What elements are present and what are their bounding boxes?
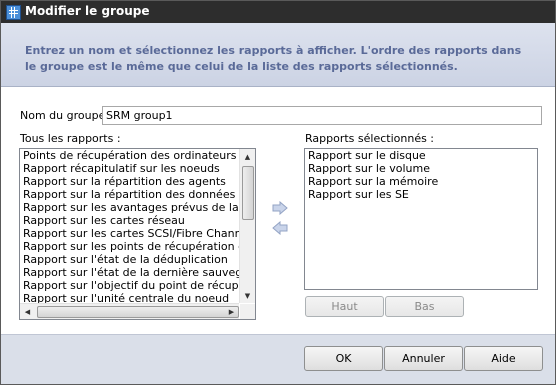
list-item[interactable]: Rapport sur les SE [305,188,438,201]
title-bar[interactable]: Modifier le groupe [1,1,555,23]
list-item[interactable]: Rapport sur les cartes SCSI/Fibre Channe… [20,227,255,240]
group-name-label: Nom du groupe : [20,109,113,122]
arrow-left-icon [272,220,288,236]
list-item[interactable]: Rapport sur l'état de la déduplication [20,253,255,266]
move-down-button[interactable]: Bas [385,296,464,317]
selected-reports-listbox[interactable]: Rapport sur le disque Rapport sur le volu… [304,148,538,290]
remove-report-button[interactable] [272,220,288,236]
selected-reports-list: Rapport sur le disque Rapport sur le volu… [305,149,438,201]
list-item[interactable]: Rapport sur l'état de la dernière sauveg… [20,266,255,279]
cancel-button[interactable]: Annuler [384,346,463,371]
list-item[interactable]: Rapport sur les points de récupération d… [20,240,255,253]
ok-button[interactable]: OK [304,346,383,371]
window-title: Modifier le groupe [25,4,150,18]
scroll-up-icon[interactable]: ▲ [240,149,255,164]
list-item[interactable]: Rapport sur le disque [305,149,438,162]
list-item[interactable]: Rapport sur l'objectif du point de récup… [20,279,255,292]
vertical-scrollbar[interactable]: ▲ ▼ [239,149,255,303]
all-reports-label: Tous les rapports : [20,132,121,145]
all-reports-list: Points de récupération des ordinateurs v… [20,149,255,305]
scroll-left-icon[interactable]: ◀ [20,304,35,319]
list-item[interactable]: Rapport sur la répartition des données s… [20,188,255,201]
all-reports-listbox[interactable]: Points de récupération des ordinateurs v… [19,148,256,320]
add-report-button[interactable] [272,200,288,216]
arrow-right-icon [272,200,288,216]
instruction-text: Entrez un nom et sélectionnez les rappor… [25,44,522,73]
scroll-corner [240,304,255,319]
instruction-banner: Entrez un nom et sélectionnez les rappor… [1,23,555,87]
list-item[interactable]: Rapport sur les avantages prévus de la d… [20,201,255,214]
app-grid-icon [6,5,21,20]
list-item[interactable]: Rapport sur la répartition des agents [20,175,255,188]
list-item[interactable]: Rapport sur les cartes réseau [20,214,255,227]
list-item[interactable]: Rapport sur le volume [305,162,438,175]
move-up-button[interactable]: Haut [305,296,384,317]
horizontal-scrollbar[interactable]: ◀ ▶ [20,303,239,319]
group-name-input[interactable] [102,106,542,125]
scroll-right-icon[interactable]: ▶ [224,304,239,319]
help-button[interactable]: Aide [464,346,543,371]
list-item[interactable]: Points de récupération des ordinateurs v… [20,149,255,162]
list-item[interactable]: Rapport récapitulatif sur les noeuds [20,162,255,175]
dialog-window: Modifier le groupe Entrez un nom et séle… [0,0,556,385]
scrollbar-thumb-horizontal[interactable] [37,306,239,318]
scrollbar-thumb[interactable] [242,166,254,220]
list-item[interactable]: Rapport sur la mémoire [305,175,438,188]
scroll-down-icon[interactable]: ▼ [240,288,255,303]
selected-reports-label: Rapports sélectionnés : [305,132,435,145]
